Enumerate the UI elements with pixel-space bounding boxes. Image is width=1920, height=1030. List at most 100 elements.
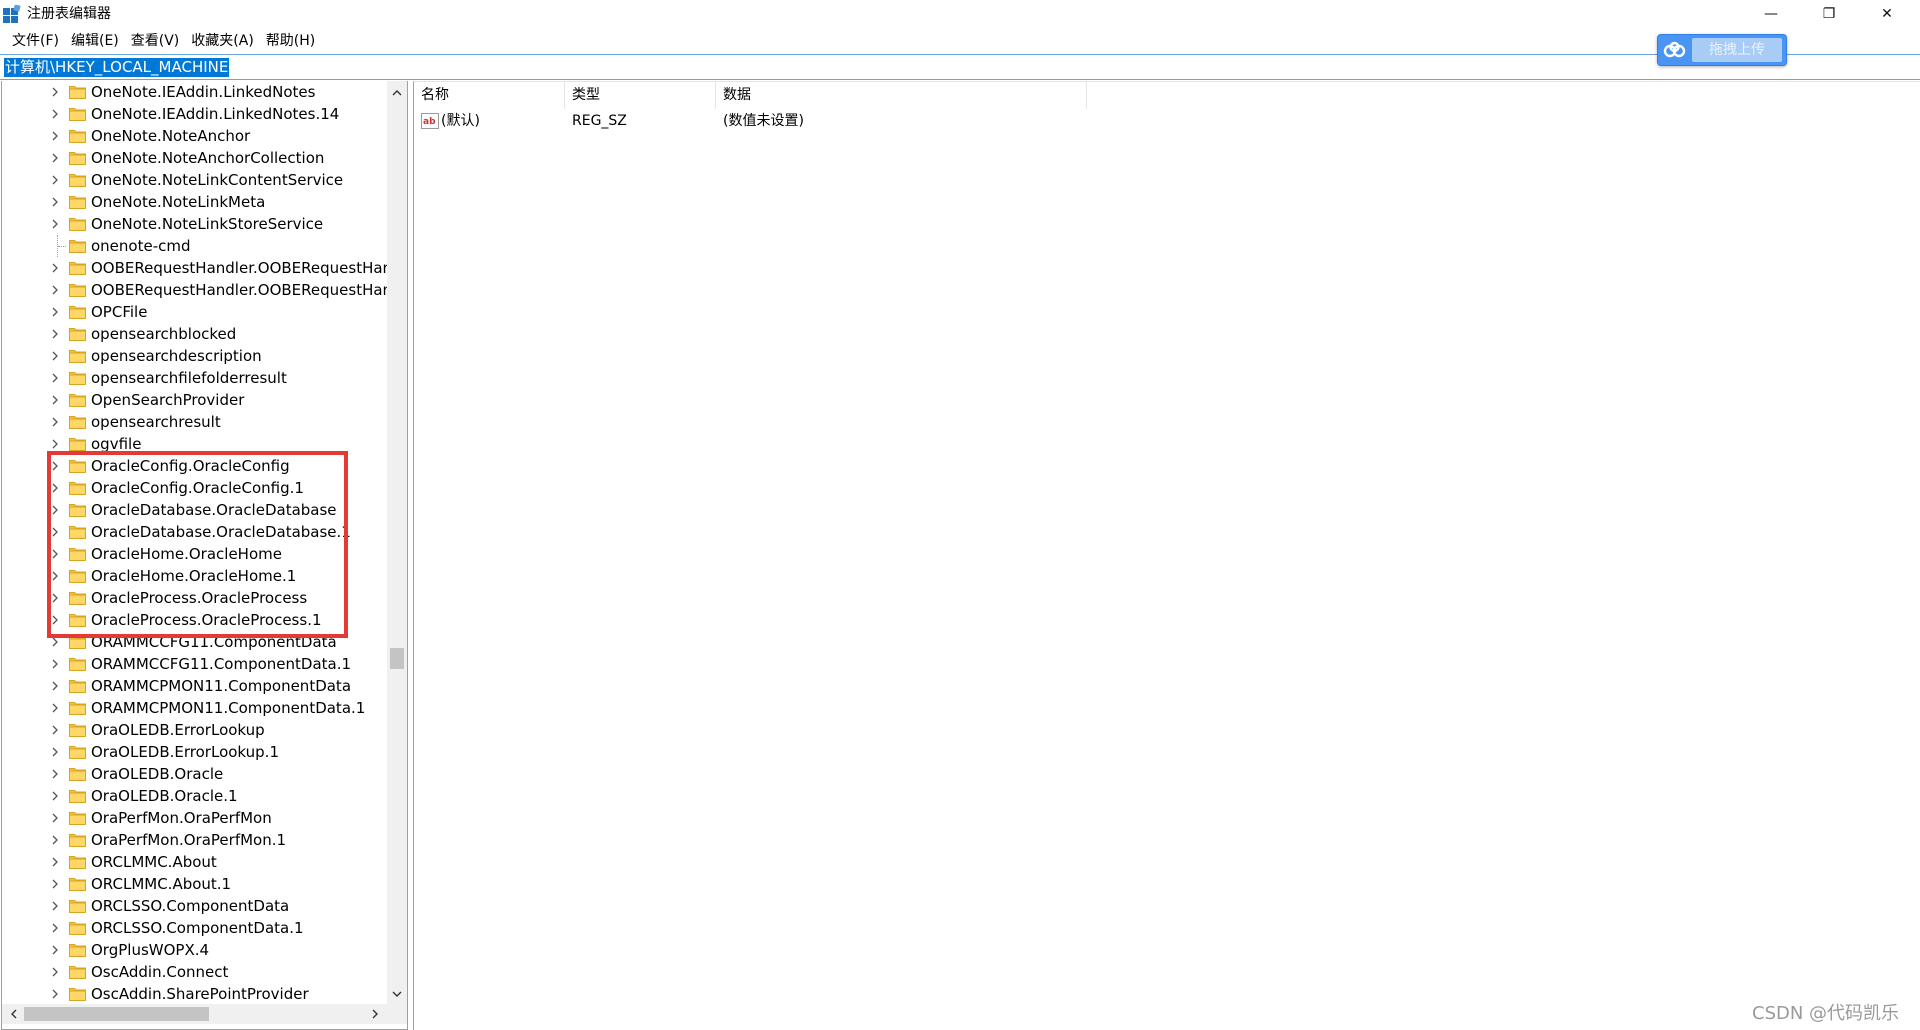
chevron-right-icon[interactable] bbox=[48, 415, 62, 429]
tree-item[interactable]: OneNote.NoteAnchorCollection bbox=[2, 147, 388, 169]
tree-item-label[interactable]: OraOLEDB.ErrorLookup.1 bbox=[91, 741, 279, 763]
tree-item[interactable]: opensearchresult bbox=[2, 411, 388, 433]
drag-upload-button[interactable]: 拖拽上传 bbox=[1657, 34, 1787, 66]
chevron-right-icon[interactable] bbox=[48, 833, 62, 847]
tree-item[interactable]: OneNote.IEAddin.LinkedNotes.14 bbox=[2, 103, 388, 125]
tree-item[interactable]: OraOLEDB.ErrorLookup.1 bbox=[2, 741, 388, 763]
tree-item-label[interactable]: OneNote.NoteLinkMeta bbox=[91, 191, 265, 213]
chevron-right-icon[interactable] bbox=[48, 965, 62, 979]
tree-item-label[interactable]: OpenSearchProvider bbox=[91, 389, 244, 411]
chevron-right-icon[interactable] bbox=[48, 349, 62, 363]
tree-item[interactable]: OraPerfMon.OraPerfMon.1 bbox=[2, 829, 388, 851]
tree-item[interactable]: ORAMMCPMON11.ComponentData.1 bbox=[2, 697, 388, 719]
chevron-right-icon[interactable] bbox=[48, 855, 62, 869]
tree-item[interactable]: OscAddin.Connect bbox=[2, 961, 388, 983]
tree-item-label[interactable]: OneNote.NoteLinkContentService bbox=[91, 169, 343, 191]
tree-item[interactable]: OscAddin.SharePointProvider bbox=[2, 983, 388, 1005]
tree-item-label[interactable]: onenote-cmd bbox=[91, 235, 191, 257]
tree-item[interactable]: OPCFile bbox=[2, 301, 388, 323]
tree-item-label[interactable]: ORCLMMC.About bbox=[91, 851, 217, 873]
chevron-right-icon[interactable] bbox=[48, 745, 62, 759]
tree-item-label[interactable]: OraPerfMon.OraPerfMon bbox=[91, 807, 272, 829]
tree-item-label[interactable]: OOBERequestHandler.OOBERequestHan bbox=[91, 279, 392, 301]
tree-item-label[interactable]: ORAMMCPMON11.ComponentData bbox=[91, 675, 351, 697]
chevron-right-icon[interactable] bbox=[48, 327, 62, 341]
tree-item[interactable]: ORCLSSO.ComponentData bbox=[2, 895, 388, 917]
chevron-right-icon[interactable] bbox=[48, 767, 62, 781]
tree-item-label[interactable]: OraOLEDB.Oracle.1 bbox=[91, 785, 238, 807]
chevron-right-icon[interactable] bbox=[48, 723, 62, 737]
tree-horizontal-scrollbar[interactable] bbox=[2, 1004, 387, 1024]
tree-item[interactable]: OraOLEDB.Oracle.1 bbox=[2, 785, 388, 807]
tree-item[interactable]: OneNote.IEAddin.LinkedNotes bbox=[2, 81, 388, 103]
tree-item-label[interactable]: OraOLEDB.ErrorLookup bbox=[91, 719, 265, 741]
restore-button[interactable]: ❐ bbox=[1800, 0, 1858, 28]
chevron-right-icon[interactable] bbox=[48, 261, 62, 275]
menu-view[interactable]: 查看(V) bbox=[125, 30, 186, 52]
tree-item-label[interactable]: OraOLEDB.Oracle bbox=[91, 763, 223, 785]
minimize-button[interactable]: — bbox=[1742, 0, 1800, 28]
tree-item-label[interactable]: ORAMMCCFG11.ComponentData.1 bbox=[91, 653, 351, 675]
tree-item-label[interactable]: ORCLMMC.About.1 bbox=[91, 873, 231, 895]
chevron-right-icon[interactable] bbox=[48, 217, 62, 231]
close-button[interactable]: ✕ bbox=[1858, 0, 1916, 28]
chevron-right-icon[interactable] bbox=[48, 943, 62, 957]
chevron-right-icon[interactable] bbox=[48, 811, 62, 825]
tree-item[interactable]: onenote-cmd bbox=[2, 235, 388, 257]
scroll-up-icon[interactable] bbox=[387, 83, 407, 103]
value-row[interactable]: ab (默认) REG_SZ (数值未设置) bbox=[414, 109, 1920, 133]
column-header-data[interactable]: 数据 bbox=[716, 82, 1087, 109]
tree-item-label[interactable]: opensearchfilefolderresult bbox=[91, 367, 287, 389]
tree-item[interactable]: OOBERequestHandler.OOBERequestHan bbox=[2, 279, 392, 301]
tree-item[interactable]: ORAMMCPMON11.ComponentData bbox=[2, 675, 388, 697]
tree-item[interactable]: opensearchfilefolderresult bbox=[2, 367, 388, 389]
tree-item-label[interactable]: OneNote.IEAddin.LinkedNotes.14 bbox=[91, 103, 339, 125]
chevron-right-icon[interactable] bbox=[48, 283, 62, 297]
chevron-right-icon[interactable] bbox=[48, 921, 62, 935]
tree-item-label[interactable]: OneNote.NoteAnchorCollection bbox=[91, 147, 324, 169]
tree-item-label[interactable]: opensearchresult bbox=[91, 411, 221, 433]
vertical-scroll-thumb[interactable] bbox=[390, 648, 404, 669]
tree-item[interactable]: opensearchblocked bbox=[2, 323, 388, 345]
horizontal-scroll-thumb[interactable] bbox=[24, 1007, 209, 1021]
chevron-right-icon[interactable] bbox=[48, 701, 62, 715]
tree-item[interactable]: OneNote.NoteLinkContentService bbox=[2, 169, 388, 191]
tree-item[interactable]: ORCLMMC.About bbox=[2, 851, 388, 873]
tree-item[interactable]: OneNote.NoteLinkMeta bbox=[2, 191, 388, 213]
chevron-right-icon[interactable] bbox=[48, 371, 62, 385]
tree-item[interactable]: OOBERequestHandler.OOBERequestHan bbox=[2, 257, 392, 279]
column-header-name[interactable]: 名称 bbox=[414, 82, 565, 109]
menu-edit[interactable]: 编辑(E) bbox=[65, 30, 125, 52]
tree-item-label[interactable]: OraPerfMon.OraPerfMon.1 bbox=[91, 829, 286, 851]
tree-item-label[interactable]: OneNote.IEAddin.LinkedNotes bbox=[91, 81, 315, 103]
chevron-right-icon[interactable] bbox=[48, 877, 62, 891]
tree-vertical-scrollbar[interactable] bbox=[387, 81, 407, 1004]
chevron-right-icon[interactable] bbox=[48, 107, 62, 121]
tree-item[interactable]: ORCLSSO.ComponentData.1 bbox=[2, 917, 388, 939]
tree-item-label[interactable]: ORCLSSO.ComponentData bbox=[91, 895, 289, 917]
chevron-right-icon[interactable] bbox=[48, 789, 62, 803]
tree-item[interactable]: OneNote.NoteAnchor bbox=[2, 125, 388, 147]
tree-item-label[interactable]: OscAddin.SharePointProvider bbox=[91, 983, 309, 1005]
scroll-down-icon[interactable] bbox=[387, 984, 407, 1004]
chevron-right-icon[interactable] bbox=[48, 393, 62, 407]
chevron-right-icon[interactable] bbox=[48, 305, 62, 319]
chevron-right-icon[interactable] bbox=[48, 657, 62, 671]
tree-item[interactable]: OpenSearchProvider bbox=[2, 389, 388, 411]
tree-item[interactable]: OneNote.NoteLinkStoreService bbox=[2, 213, 388, 235]
tree-item-label[interactable]: OneNote.NoteLinkStoreService bbox=[91, 213, 323, 235]
tree-item-label[interactable]: opensearchdescription bbox=[91, 345, 262, 367]
tree-item[interactable]: OraPerfMon.OraPerfMon bbox=[2, 807, 388, 829]
tree-item-label[interactable]: OPCFile bbox=[91, 301, 147, 323]
tree-item-label[interactable]: ORAMMCPMON11.ComponentData.1 bbox=[91, 697, 365, 719]
menu-help[interactable]: 帮助(H) bbox=[260, 30, 321, 52]
chevron-right-icon[interactable] bbox=[48, 899, 62, 913]
chevron-right-icon[interactable] bbox=[48, 195, 62, 209]
menu-favorites[interactable]: 收藏夹(A) bbox=[185, 30, 260, 52]
chevron-right-icon[interactable] bbox=[48, 987, 62, 1001]
tree-item[interactable]: ORAMMCCFG11.ComponentData.1 bbox=[2, 653, 388, 675]
scroll-left-icon[interactable] bbox=[4, 1004, 24, 1024]
chevron-right-icon[interactable] bbox=[48, 679, 62, 693]
chevron-right-icon[interactable] bbox=[48, 173, 62, 187]
tree-item-label[interactable]: OOBERequestHandler.OOBERequestHan bbox=[91, 257, 392, 279]
